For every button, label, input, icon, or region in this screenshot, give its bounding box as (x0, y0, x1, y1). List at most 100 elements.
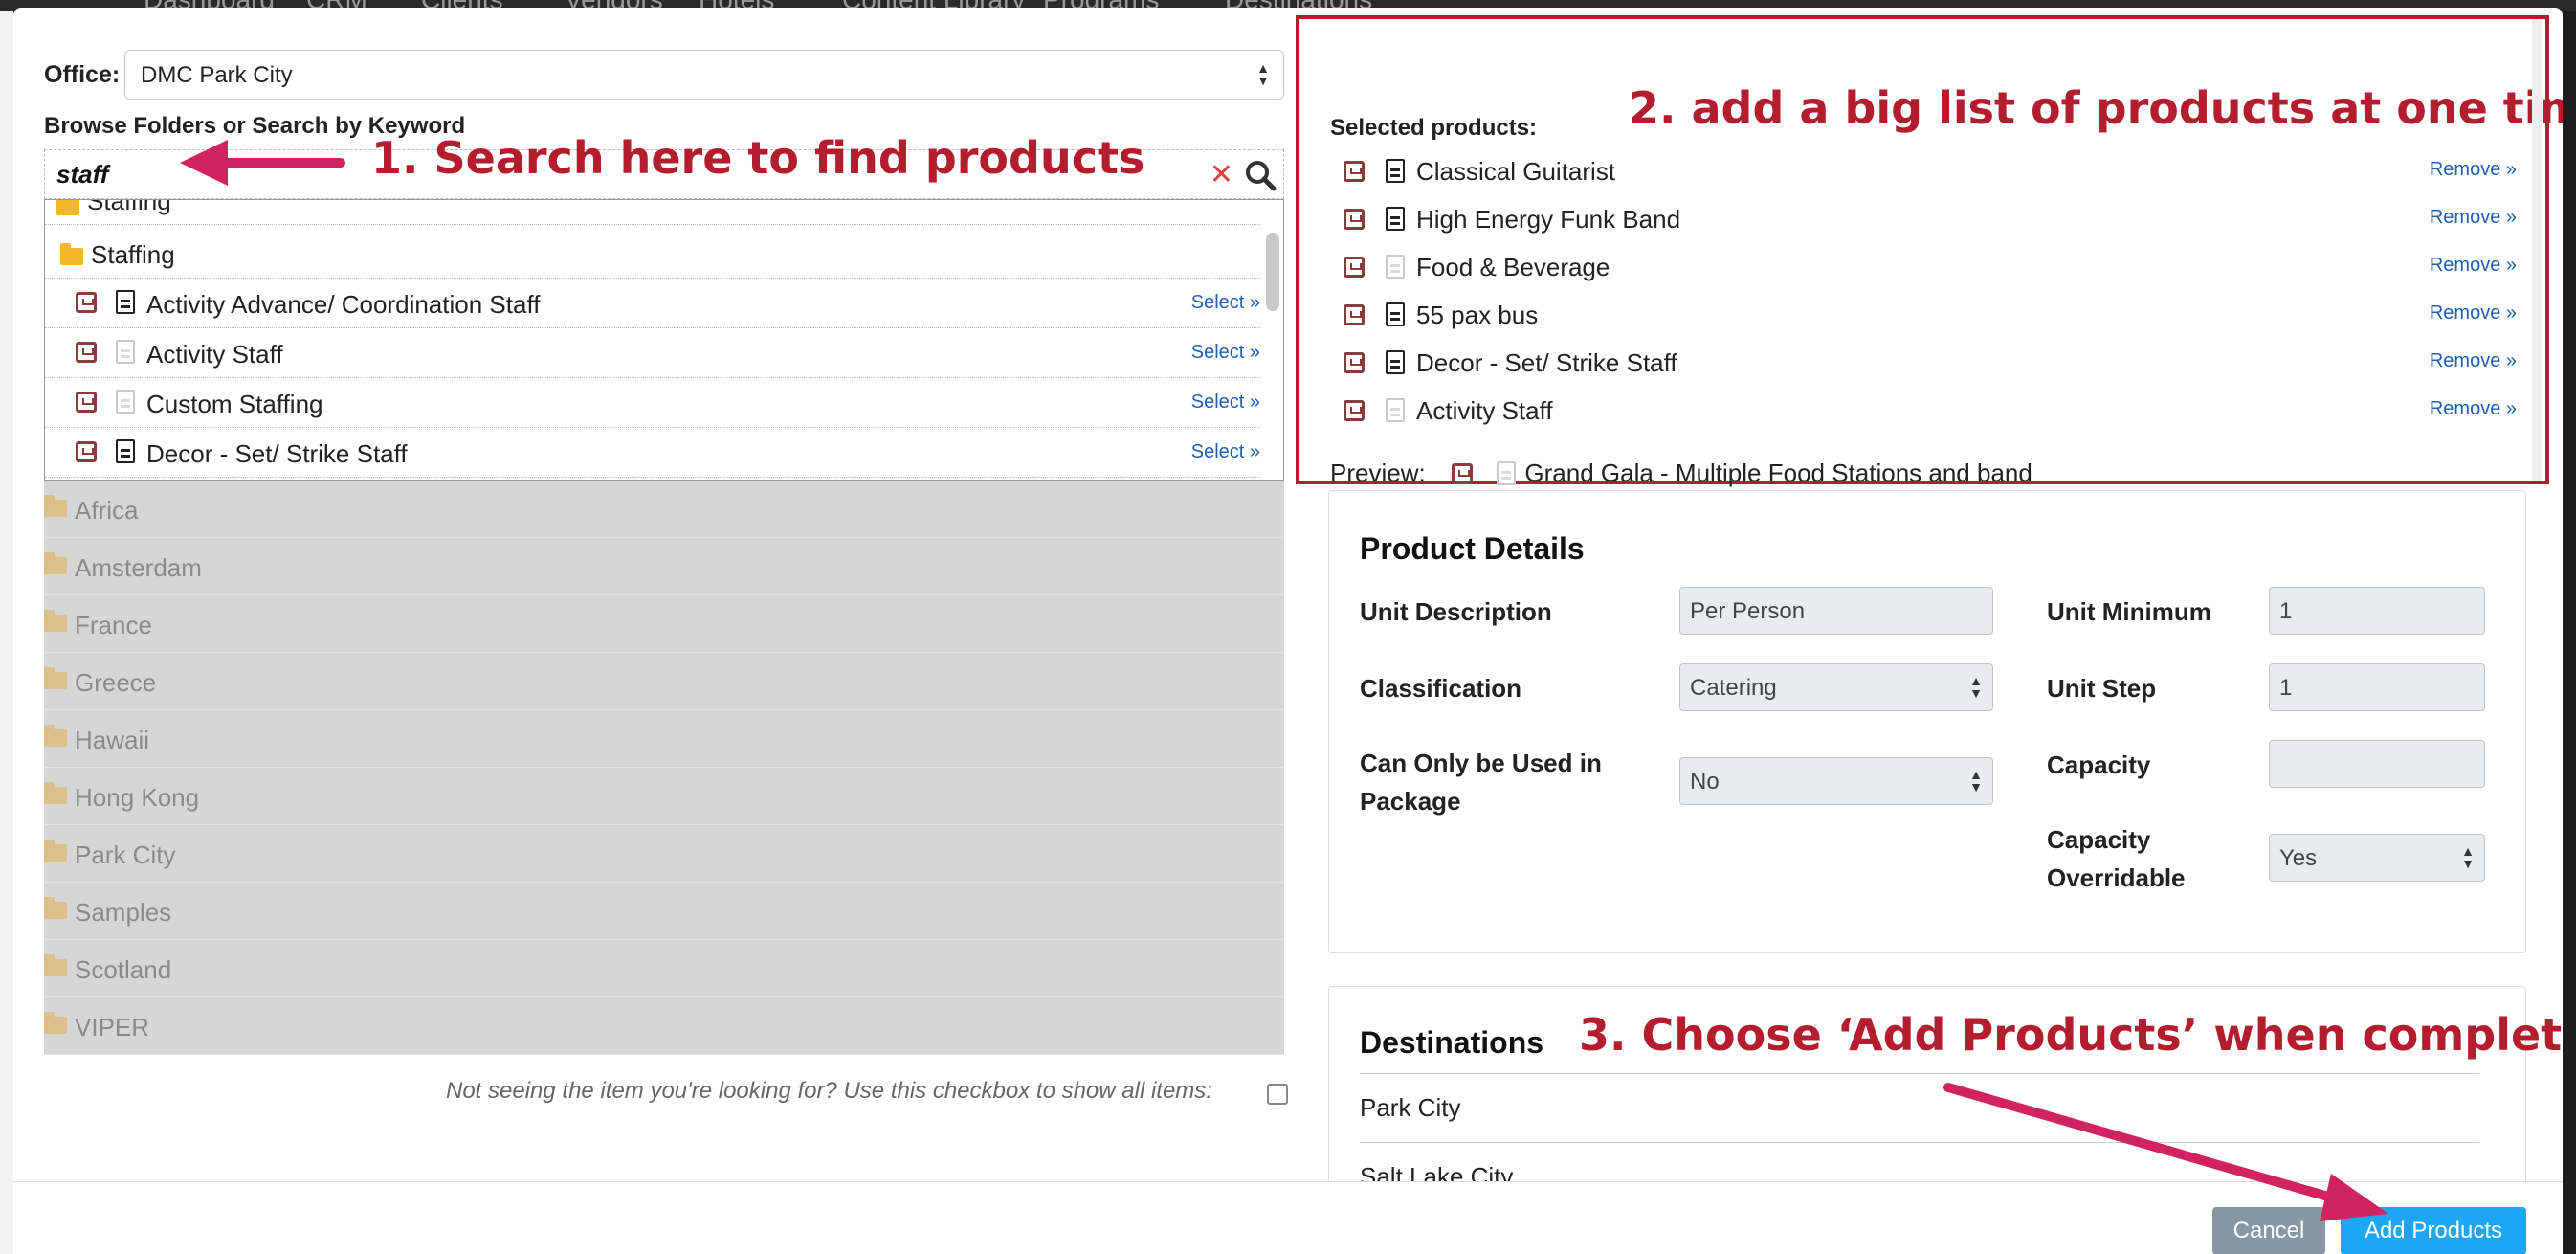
folder-label: France (75, 611, 152, 639)
document-icon (1386, 350, 1405, 374)
folder-item[interactable]: Greece (44, 653, 1284, 710)
folder-icon (44, 897, 67, 919)
document-icon (116, 290, 135, 314)
unit-step-field[interactable]: 1 (2269, 663, 2485, 711)
select-arrows-icon: ▲ ▼ (1969, 767, 1983, 795)
folder-item[interactable]: Amsterdam (44, 538, 1284, 595)
folder-label: Greece (75, 668, 157, 697)
remove-link[interactable]: Remove » (2430, 255, 2517, 277)
document-icon (1386, 207, 1405, 231)
product-name: Decor - Set/ Strike Staff (146, 439, 408, 468)
folder-label: VIPER (75, 1013, 150, 1041)
list-item: Park City (1360, 1073, 2479, 1142)
blank-document-icon (1386, 398, 1405, 422)
package-only-value: No (1690, 769, 1720, 795)
folder-icon (44, 1012, 67, 1034)
office-label: Office: (44, 61, 121, 88)
results-scrollbar[interactable] (1266, 233, 1279, 311)
remove-link[interactable]: Remove » (2430, 207, 2517, 229)
folder-icon (44, 782, 67, 804)
list-item: Decor - Set/ Strike Staff Remove » (1330, 341, 2517, 389)
destination-name: Park City (1360, 1093, 1461, 1122)
blank-document-icon (116, 340, 135, 364)
select-link[interactable]: Select » (1191, 292, 1260, 314)
folder-icon (44, 667, 67, 689)
folder-item[interactable]: France (44, 595, 1284, 653)
select-link[interactable]: Select » (1191, 392, 1260, 414)
product-name: Food & Beverage (1416, 253, 1610, 281)
folder-label: Hong Kong (75, 783, 200, 812)
remove-link[interactable]: Remove » (2430, 398, 2517, 420)
capacity-overridable-select[interactable]: Yes ▲ ▼ (2269, 834, 2485, 882)
folder-label: Staffing (87, 199, 171, 215)
folder-item[interactable]: Africa (44, 481, 1284, 538)
classification-label: Classification (1360, 674, 1522, 703)
product-name: Activity Staff (146, 340, 283, 369)
folder-tree: Africa Amsterdam France Greece Hawaii Ho… (44, 481, 1284, 1055)
product-name: Custom Staffing (146, 390, 323, 418)
folder-item[interactable]: Hong Kong (44, 768, 1284, 825)
folder-label: Africa (75, 496, 139, 525)
unit-minimum-field[interactable]: 1 (2269, 587, 2485, 635)
list-item: High Energy Funk Band Remove » (1330, 197, 2517, 245)
classification-select[interactable]: Catering ▲ ▼ (1679, 663, 1993, 711)
select-link[interactable]: Select » (1191, 441, 1260, 463)
list-item: Food & Beverage Remove » (1330, 245, 2517, 293)
blank-document-icon (1386, 255, 1405, 279)
package-icon (1344, 304, 1365, 325)
select-link[interactable]: Select » (1191, 342, 1260, 364)
preview-value: Grand Gala - Multiple Food Stations and … (1524, 459, 2032, 487)
search-icon[interactable] (1243, 158, 1277, 192)
remove-link[interactable]: Remove » (2430, 350, 2517, 372)
package-only-select[interactable]: No ▲ ▼ (1679, 757, 1993, 805)
package-icon (76, 392, 97, 413)
product-details-title: Product Details (1360, 531, 1585, 566)
product-name: Classical Guitarist (1416, 157, 1616, 186)
folder-icon (44, 954, 67, 976)
results-folder-partial[interactable]: Staffing (45, 199, 1260, 225)
folder-item[interactable]: Scotland (44, 940, 1284, 997)
folder-icon (44, 552, 67, 574)
remove-link[interactable]: Remove » (2430, 302, 2517, 325)
folder-item[interactable]: Hawaii (44, 710, 1284, 768)
capacity-field[interactable] (2269, 740, 2485, 788)
product-name: Activity Advance/ Coordination Staff (146, 290, 541, 319)
unit-description-field[interactable]: Per Person (1679, 587, 1993, 635)
document-icon (1386, 302, 1405, 326)
folder-icon (44, 495, 67, 517)
list-item: Activity Advance/ Coordination Staff Sel… (45, 279, 1260, 328)
folder-icon (44, 840, 67, 862)
list-item: Decor - Set/ Strike Staff Select » (45, 428, 1260, 478)
right-scrollbar[interactable] (2532, 19, 2542, 481)
show-all-checkbox[interactable] (1267, 1084, 1288, 1105)
document-icon (1386, 159, 1405, 183)
folder-label: Staffing (91, 240, 175, 269)
folder-icon (60, 243, 83, 265)
package-icon (1344, 209, 1365, 230)
remove-link[interactable]: Remove » (2430, 159, 2517, 181)
package-icon (1344, 161, 1365, 182)
cancel-button[interactable]: Cancel (2212, 1207, 2325, 1254)
modal-footer: Cancel Add Products (13, 1181, 2563, 1254)
package-icon (1344, 400, 1365, 421)
clear-search-icon[interactable]: ✕ (1210, 158, 1233, 191)
annotation-step-1: 1. Search here to find products (371, 132, 1145, 184)
results-folder-staffing[interactable]: Staffing (45, 229, 1260, 279)
destinations-title: Destinations (1360, 1025, 1544, 1060)
background-page-edge (0, 11, 13, 1254)
unit-description-label: Unit Description (1360, 597, 1552, 626)
list-item: Custom Staffing Select » (45, 378, 1260, 428)
selected-products-label: Selected products: (1330, 115, 1538, 141)
annotation-step-2: 2. add a big list of products at one tim… (1629, 82, 2563, 134)
folder-item[interactable]: VIPER (44, 997, 1284, 1055)
folder-item[interactable]: Samples (44, 883, 1284, 940)
folder-label: Scotland (75, 955, 172, 984)
folder-item[interactable]: Park City (44, 825, 1284, 883)
product-name: Activity Staff (1416, 396, 1553, 425)
package-icon (76, 441, 97, 462)
office-select[interactable]: DMC Park City ▲ ▼ (124, 50, 1284, 100)
add-products-button[interactable]: Add Products (2341, 1207, 2526, 1254)
package-icon (76, 292, 97, 313)
product-name: Decor - Set/ Strike Staff (1416, 348, 1677, 377)
capacity-overridable-value: Yes (2279, 845, 2318, 871)
